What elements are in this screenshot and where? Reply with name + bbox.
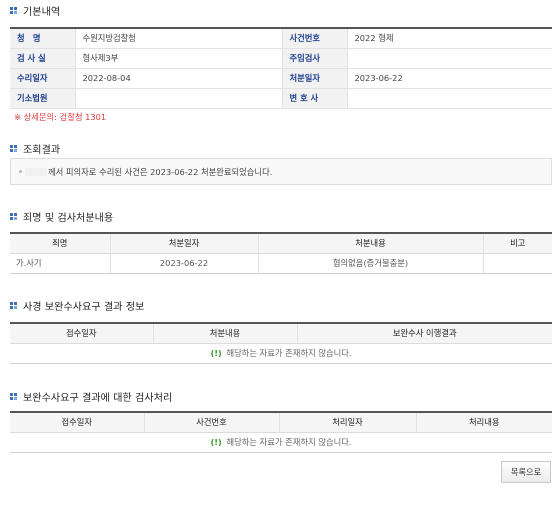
info-row: 수리일자 2022-08-04 처분일자 2023-06-22: [10, 68, 552, 89]
table-header-row: 접수일자 사건번호 처리일자 처리내용: [10, 412, 552, 433]
inquiry-result-text: 께서 피의자로 수리된 사건은 2023-06-22 처분완료되었습니다.: [48, 166, 273, 177]
bullet-icon: [19, 170, 22, 173]
basic-info-title: 기본내역: [10, 3, 60, 18]
court-label: 기소법원: [10, 88, 76, 109]
section-grid-icon: [10, 301, 18, 310]
info-row: 기소법원 변 호 사: [10, 88, 552, 109]
receipt-date-label: 수리일자: [10, 68, 76, 89]
case-number-label: 사건번호: [282, 28, 348, 49]
section-grid-icon: [10, 212, 18, 221]
info-row: 검 사 실 형사제3부 주임검사: [10, 48, 552, 69]
section-grid-icon: [10, 392, 18, 401]
lead-prosecutor-label: 주임검사: [282, 48, 348, 69]
section-grid-icon: [10, 6, 18, 15]
table-header-row: 죄명 처분일자 처분내용 비고: [10, 233, 552, 254]
office-value: 수원지방검찰청: [75, 28, 283, 49]
remarks-cell: [483, 253, 552, 274]
table-row: 가.사기 2023-06-22 혐의없음(증거불충분): [10, 253, 552, 274]
column-header: 처리일자: [279, 412, 417, 433]
column-header: 처분내용: [258, 233, 484, 254]
case-number-value: 2022 형제: [347, 28, 552, 49]
redacted-name: [25, 167, 47, 176]
disposition-date-label: 처분일자: [282, 68, 348, 89]
column-header: 처분내용: [153, 323, 298, 344]
prosecutor-office-value: 형사제3부: [75, 48, 283, 69]
supplement-title: 사경 보완수사요구 결과 정보: [10, 298, 144, 313]
charge-name-cell: 가.사기: [10, 253, 111, 274]
column-header: 접수일자: [10, 412, 145, 433]
charges-table: 죄명 처분일자 처분내용 비고 가.사기 2023-06-22 혐의없음(증거불…: [10, 232, 552, 274]
prosecutor-processing-title: 보완수사요구 결과에 대한 검사처리: [10, 389, 172, 404]
contact-note: ※ 상세문의: 검찰청 1301: [14, 112, 107, 122]
office-label: 청 명: [10, 28, 76, 49]
disposition-content-cell: 혐의없음(증거불충분): [258, 253, 484, 274]
back-to-list-button[interactable]: 목록으로: [501, 461, 551, 483]
lead-prosecutor-value: [347, 48, 552, 69]
disposition-date-cell: 2023-06-22: [110, 253, 259, 274]
basic-info-table: 청 명 수원지방검찰청 사건번호 2022 형제 검 사 실 형사제3부 주임검…: [10, 27, 552, 109]
lawyer-value: [347, 88, 552, 109]
column-header: 비고: [483, 233, 552, 254]
inquiry-title: 조회결과: [10, 141, 60, 156]
disposition-date-value: 2023-06-22: [347, 68, 552, 89]
table-row: (!) 해당하는 자료가 존재하지 않습니다.: [10, 343, 552, 364]
empty-message: (!) 해당하는 자료가 존재하지 않습니다.: [10, 343, 552, 364]
column-header: 사건번호: [144, 412, 280, 433]
section-grid-icon: [10, 144, 18, 153]
info-icon: (!): [210, 437, 222, 447]
inquiry-result-box: 께서 피의자로 수리된 사건은 2023-06-22 처분완료되었습니다.: [10, 158, 552, 185]
column-header: 접수일자: [10, 323, 154, 344]
empty-message: (!) 해당하는 자료가 존재하지 않습니다.: [10, 432, 552, 453]
column-header: 처리내용: [416, 412, 552, 433]
supplement-table: 접수일자 처분내용 보완수사 이행결과 (!) 해당하는 자료가 존재하지 않습…: [10, 322, 552, 364]
lawyer-label: 변 호 사: [282, 88, 348, 109]
column-header: 처분일자: [110, 233, 259, 254]
table-row: (!) 해당하는 자료가 존재하지 않습니다.: [10, 432, 552, 453]
column-header: 보완수사 이행결과: [297, 323, 552, 344]
court-value: [75, 88, 283, 109]
prosecutor-office-label: 검 사 실: [10, 48, 76, 69]
column-header: 죄명: [10, 233, 111, 254]
receipt-date-value: 2022-08-04: [75, 68, 283, 89]
info-row: 청 명 수원지방검찰청 사건번호 2022 형제: [10, 28, 552, 49]
prosecutor-processing-table: 접수일자 사건번호 처리일자 처리내용 (!) 해당하는 자료가 존재하지 않습…: [10, 411, 552, 453]
table-header-row: 접수일자 처분내용 보완수사 이행결과: [10, 323, 552, 344]
charges-title: 죄명 및 검사처분내용: [10, 209, 113, 224]
info-icon: (!): [210, 348, 222, 358]
